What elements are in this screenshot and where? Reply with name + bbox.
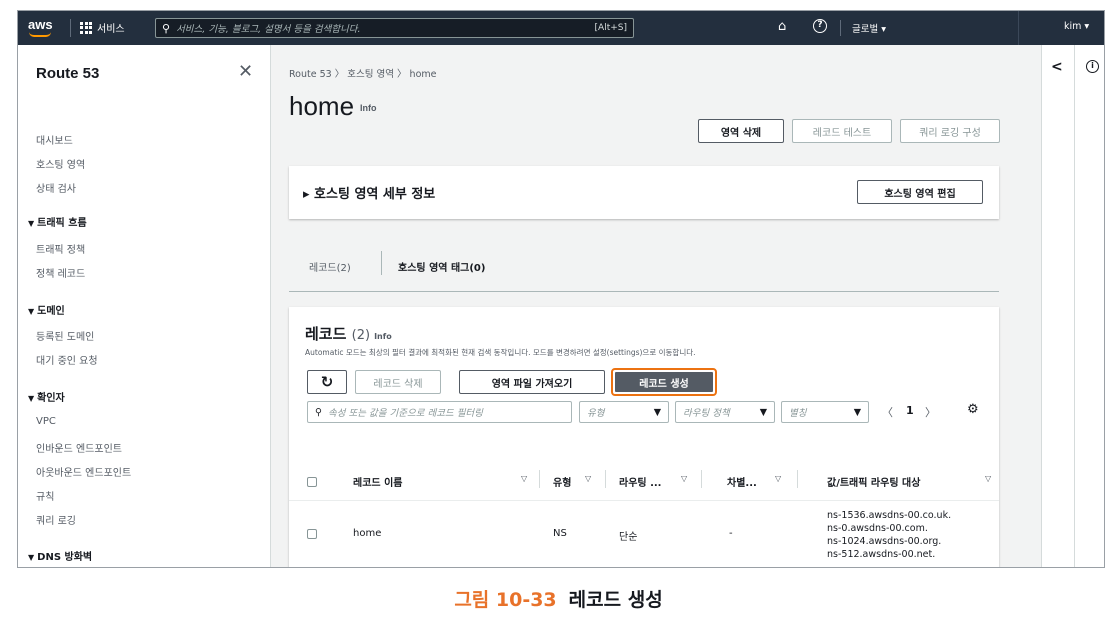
figure-number: 그림 10-33 (454, 589, 557, 611)
row-checkbox[interactable] (307, 529, 317, 539)
delete-record-button[interactable]: 레코드 삭제 (355, 370, 441, 394)
sort-icon[interactable]: ▽ (585, 474, 591, 483)
type-select[interactable]: 유형 ▼ (579, 401, 669, 423)
records-panel: 레코드 (2) Info Automatic 모드는 최상의 필터 결과에 최적화… (289, 307, 999, 567)
sort-icon[interactable]: ▽ (775, 474, 781, 483)
sidebar-item-rules[interactable]: 규칙 (36, 488, 54, 503)
column-routing[interactable]: 라우팅 ... (619, 474, 661, 489)
breadcrumb-route53[interactable]: Route 53 (289, 69, 332, 80)
sort-icon[interactable]: ▽ (985, 474, 991, 483)
previous-page-icon[interactable]: 〈 (882, 404, 893, 420)
sidebar-item-hosted-zones[interactable]: 호스팅 영역 (36, 156, 85, 171)
select-all-checkbox[interactable] (307, 477, 317, 487)
search-icon: ⚲ (162, 21, 171, 35)
column-record-name[interactable]: 레코드 이름 (353, 474, 402, 489)
records-description: Automatic 모드는 최상의 필터 결과에 최적화된 현재 검색 동작입니… (305, 348, 696, 357)
bell-icon[interactable]: ⌂ (778, 19, 786, 34)
record-value-cell: ns-1536.awsdns-00.co.uk. ns-0.awsdns-00.… (827, 510, 952, 560)
tab-hosted-zone-tags[interactable]: 호스팅 영역 태그(0) (398, 259, 485, 274)
hosted-zone-details-panel: ▸ 호스팅 영역 세부 정보 호스팅 영역 편집 (289, 166, 999, 219)
figure-caption: 그림 10-33 레코드 생성 (0, 585, 1117, 612)
column-differentiator[interactable]: 차별... (727, 474, 757, 489)
global-search-input[interactable]: ⚲ 서비스, 기능, 블로그, 설명서 등을 검색합니다. [Alt+S] (155, 18, 634, 38)
close-icon[interactable]: ✕ (238, 61, 253, 82)
figure-title: 레코드 생성 (568, 589, 663, 611)
record-filter-input[interactable]: ⚲ 속성 또는 값을 기준으로 레코드 필터링 (307, 401, 572, 423)
sidebar-section-dns-firewall[interactable]: ▼ DNS 방화벽 (28, 548, 92, 563)
record-routing-cell: 단순 (619, 532, 638, 543)
sort-icon[interactable]: ▽ (681, 474, 687, 483)
create-record-button[interactable]: 레코드 생성 (611, 368, 717, 396)
records-title: 레코드 (2) Info (305, 325, 392, 343)
caret-down-icon: ▼ (853, 406, 861, 418)
routing-policy-select[interactable]: 라우팅 정책 ▼ (675, 401, 775, 423)
sidebar-title: Route 53 (36, 65, 100, 82)
divider (70, 19, 71, 37)
services-menu-button[interactable]: 서비스 (80, 20, 125, 35)
import-zone-file-button[interactable]: 영역 파일 가져오기 (459, 370, 605, 394)
console-screenshot: aws 서비스 ⚲ 서비스, 기능, 블로그, 설명서 등을 검색합니다. [A… (17, 10, 1105, 568)
record-name-cell[interactable]: home (353, 528, 381, 539)
sidebar-item-outbound-endpoints[interactable]: 아웃바운드 엔드포인트 (36, 464, 131, 479)
sidebar-item-health-checks[interactable]: 상태 검사 (36, 180, 76, 195)
caret-down-icon: ▼ (653, 406, 661, 418)
region-selector[interactable]: 글로벌 ▾ (852, 21, 886, 35)
grid-icon (80, 21, 92, 34)
sidebar-item-registered-domains[interactable]: 등록된 도메인 (36, 328, 94, 343)
delete-zone-button[interactable]: 영역 삭제 (698, 119, 784, 143)
main-content: Route 53 〉 호스팅 영역 〉 home home Info 영역 삭제 … (271, 45, 1041, 567)
settings-gear-icon[interactable]: ⚙ (967, 402, 979, 417)
top-navigation-bar: aws 서비스 ⚲ 서비스, 기능, 블로그, 설명서 등을 검색합니다. [A… (18, 11, 1104, 45)
search-icon: ⚲ (315, 406, 322, 418)
sidebar-item-policy-records[interactable]: 정책 레코드 (36, 265, 85, 280)
info-link[interactable]: Info (360, 103, 377, 113)
column-type[interactable]: 유형 (553, 474, 571, 489)
test-record-button[interactable]: 레코드 테스트 (792, 119, 892, 143)
breadcrumb: Route 53 〉 호스팅 영역 〉 home (289, 69, 437, 80)
refresh-icon: ↻ (320, 373, 334, 391)
alias-select[interactable]: 별칭 ▼ (781, 401, 869, 423)
sidebar-item-traffic-policies[interactable]: 트래픽 정책 (36, 241, 85, 256)
breadcrumb-home: home (409, 69, 437, 80)
sidebar-item-pending-requests[interactable]: 대기 중인 요청 (36, 352, 98, 367)
sort-icon[interactable]: ▽ (521, 474, 527, 483)
record-diff-cell: - (729, 528, 733, 539)
sidebar: Route 53 ✕ 대시보드 호스팅 영역 상태 검사 ▼ 트래픽 흐름 트래픽… (18, 45, 271, 567)
configure-query-logging-button[interactable]: 쿼리 로깅 구성 (900, 119, 1000, 143)
sidebar-section-domains[interactable]: ▼ 도메인 (28, 302, 65, 317)
edit-hosted-zone-button[interactable]: 호스팅 영역 편집 (857, 180, 983, 204)
aws-logo[interactable]: aws (28, 17, 53, 37)
sidebar-section-traffic-flow[interactable]: ▼ 트래픽 흐름 (28, 214, 87, 229)
tab-records[interactable]: 레코드(2) (309, 259, 351, 274)
record-type-cell: NS (553, 528, 567, 539)
sidebar-item-dashboard[interactable]: 대시보드 (36, 132, 73, 147)
user-menu[interactable]: kim ▾ (1064, 21, 1089, 32)
details-expander[interactable]: ▸ 호스팅 영역 세부 정보 (303, 183, 435, 202)
collapse-arrow-icon[interactable]: < (1051, 59, 1063, 75)
help-icon[interactable]: ? (813, 19, 827, 33)
sidebar-item-query-logging[interactable]: 쿼리 로깅 (36, 512, 76, 527)
info-icon[interactable]: i (1086, 60, 1099, 73)
sidebar-item-vpc[interactable]: VPC (36, 416, 56, 427)
help-panel-rail: < i (1041, 45, 1104, 567)
page-number[interactable]: 1 (906, 404, 914, 417)
column-value[interactable]: 값/트래픽 라우팅 대상 (827, 474, 920, 489)
page-title: home Info (289, 91, 377, 121)
sidebar-section-resolver[interactable]: ▼ 확인자 (28, 389, 65, 404)
next-page-icon[interactable]: 〉 (925, 404, 936, 420)
records-info-link[interactable]: Info (374, 332, 392, 341)
sidebar-item-inbound-endpoints[interactable]: 인바운드 엔드포인트 (36, 440, 122, 455)
refresh-button[interactable]: ↻ (307, 370, 347, 394)
breadcrumb-hosted-zones[interactable]: 호스팅 영역 (347, 69, 394, 80)
caret-down-icon: ▼ (759, 406, 767, 418)
